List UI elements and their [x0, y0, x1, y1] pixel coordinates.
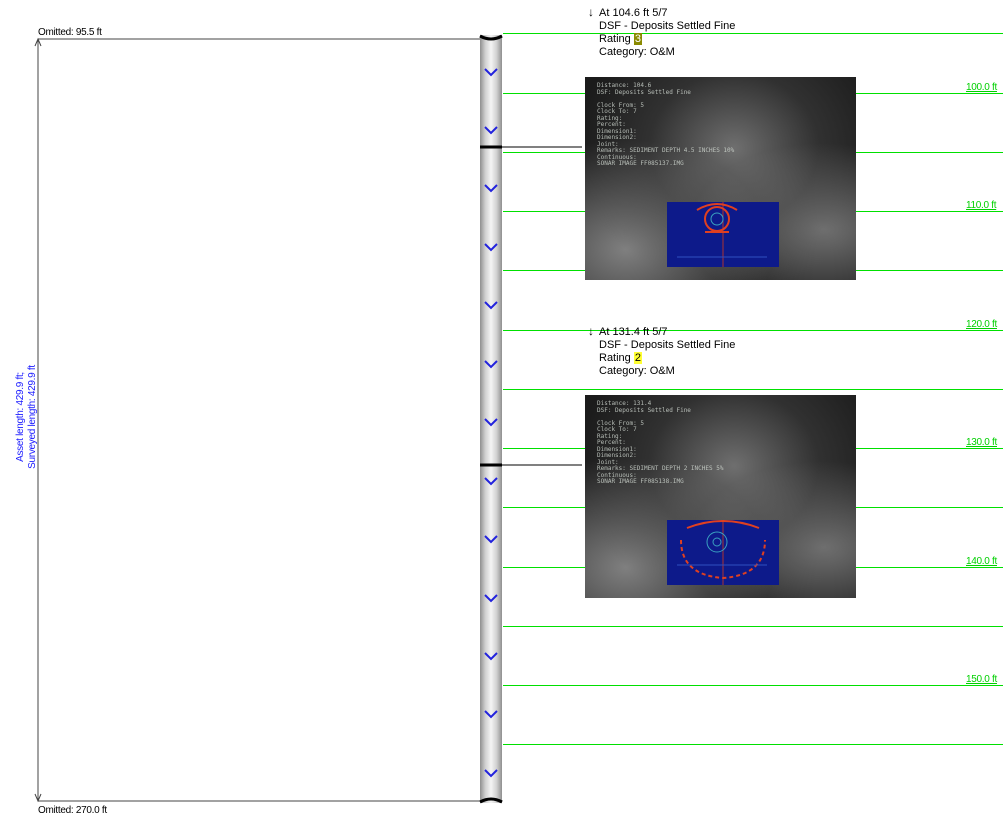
rating-label: Rating	[599, 352, 631, 364]
observation-thumbnail[interactable]: Distance: 131.4 DSF: Deposits Settled Fi…	[585, 395, 856, 598]
chevron-down-icon	[484, 184, 498, 193]
rating-badge: 2	[633, 352, 642, 364]
observation-1[interactable]: ↓ At 104.6 ft 5/7 DSF - Deposits Settled…	[588, 6, 736, 59]
chevron-down-icon	[484, 301, 498, 310]
chevron-down-icon	[484, 243, 498, 252]
down-arrow-icon: ↓	[588, 324, 594, 338]
chevron-down-icon	[484, 710, 498, 719]
sonar-image	[667, 520, 779, 585]
distance-mark[interactable]: 150.0 ft	[966, 674, 997, 685]
chevron-down-icon	[484, 68, 498, 77]
chevron-down-icon	[484, 769, 498, 778]
omitted-top-label: Omitted: 95.5 ft	[38, 27, 102, 38]
chevron-down-icon	[484, 126, 498, 135]
chevron-down-icon	[484, 652, 498, 661]
distance-mark[interactable]: 100.0 ft	[966, 82, 997, 93]
sonar-profile-graphic	[677, 202, 767, 267]
distance-line-150	[503, 685, 1003, 686]
observation-code: DSF - Deposits Settled Fine	[599, 20, 736, 32]
chevron-down-icon	[484, 360, 498, 369]
distance-line-120	[503, 330, 1003, 331]
video-overlay-text: Distance: 104.6 DSF: Deposits Settled Fi…	[597, 82, 735, 167]
surveyed-length-text: Surveyed length: 429.9 ft	[27, 365, 38, 469]
distance-mark[interactable]: 130.0 ft	[966, 437, 997, 448]
observation-2[interactable]: ↓ At 131.4 ft 5/7 DSF - Deposits Settled…	[588, 325, 736, 378]
distance-line	[503, 33, 1003, 34]
distance-mark[interactable]: 120.0 ft	[966, 319, 997, 330]
sonar-profile-graphic	[677, 520, 767, 585]
chevron-down-icon	[484, 535, 498, 544]
omitted-bottom-label: Omitted: 270.0 ft	[38, 805, 107, 816]
distance-line	[503, 389, 1003, 390]
chevron-down-icon	[484, 594, 498, 603]
down-arrow-icon: ↓	[588, 5, 594, 19]
distance-line	[503, 626, 1003, 627]
observation-thumbnail[interactable]: Distance: 104.6 DSF: Deposits Settled Fi…	[585, 77, 856, 280]
distance-mark[interactable]: 140.0 ft	[966, 556, 997, 567]
observation-position: At 104.6 ft 5/7	[599, 7, 668, 19]
sonar-image	[667, 202, 779, 267]
observation-rating: Rating 2	[599, 352, 735, 365]
asset-length-label: Asset length: 429.9 ft; Surveyed length:…	[15, 307, 45, 527]
observation-position: At 131.4 ft 5/7	[599, 326, 668, 338]
observation-code: DSF - Deposits Settled Fine	[599, 339, 736, 351]
rating-badge: 3	[633, 33, 642, 45]
distance-mark[interactable]: 110.0 ft	[966, 200, 997, 211]
distance-line	[503, 744, 1003, 745]
video-overlay-text: Distance: 131.4 DSF: Deposits Settled Fi…	[597, 400, 724, 485]
chevron-down-icon	[484, 418, 498, 427]
observation-category: Category: O&M	[599, 365, 675, 377]
observation-rating: Rating 3	[599, 33, 735, 46]
observation-category: Category: O&M	[599, 46, 675, 58]
rating-label: Rating	[599, 33, 631, 45]
asset-length-text: Asset length: 429.9 ft;	[15, 372, 26, 462]
chevron-down-icon	[484, 477, 498, 486]
